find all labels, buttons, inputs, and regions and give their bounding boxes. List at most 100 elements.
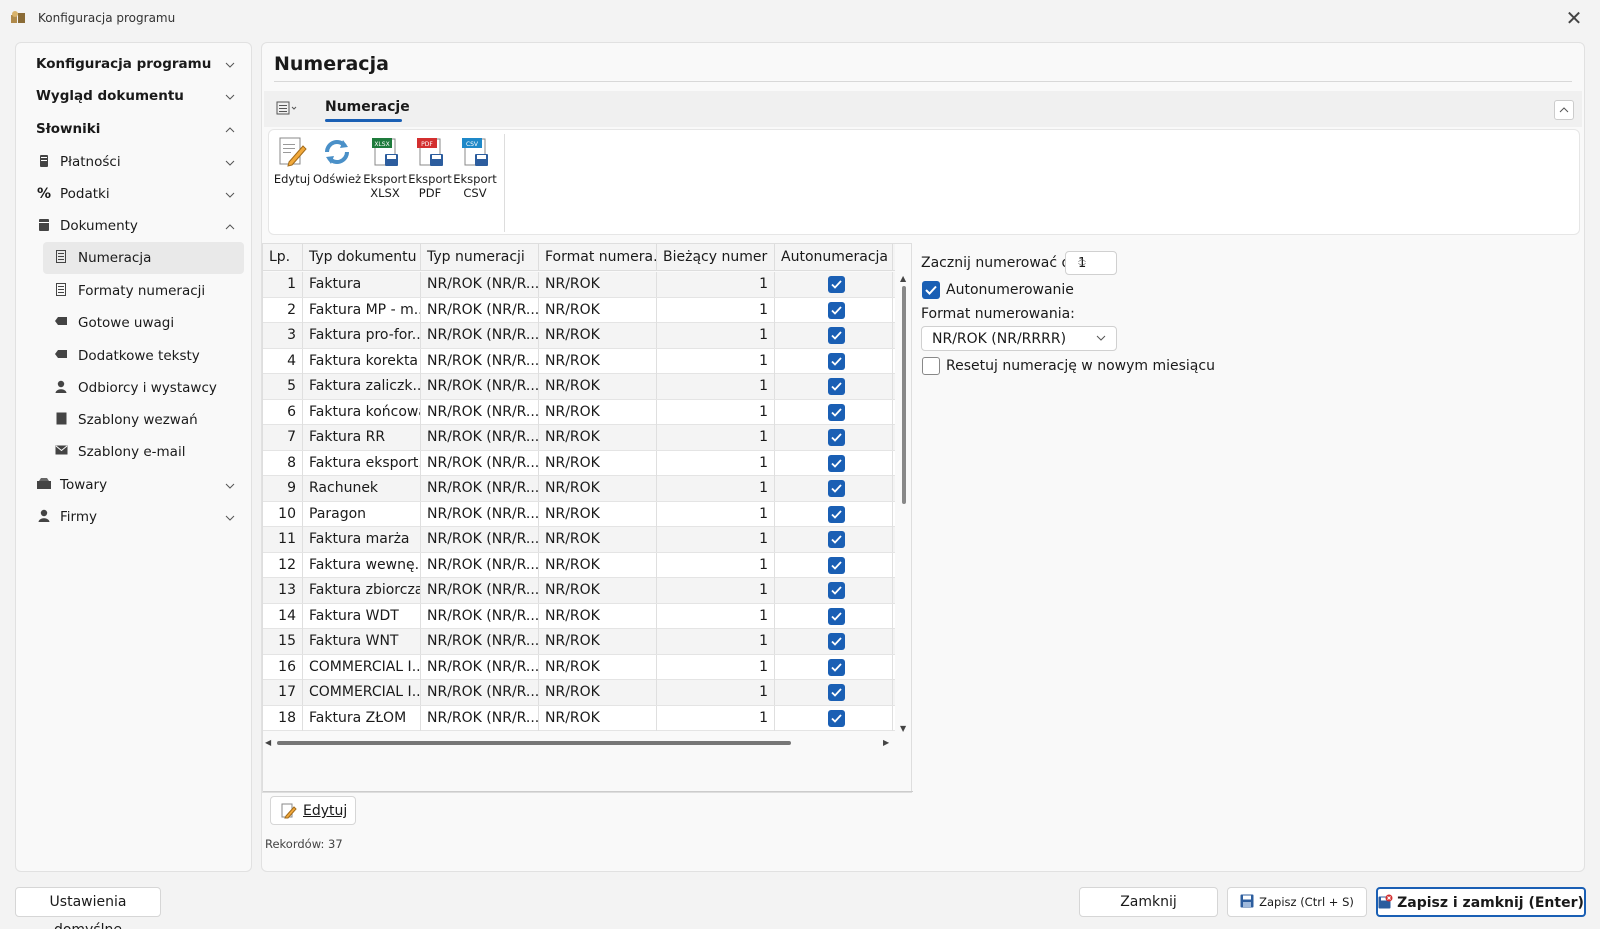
autonumeracja-checkbox[interactable]	[828, 327, 845, 344]
nav-dodatkowe-teksty[interactable]: Dodatkowe teksty	[43, 340, 244, 372]
cell-lp: 13	[263, 578, 303, 603]
ribbon-export-csv-button[interactable]: CSV Eksport CSV	[453, 136, 497, 200]
cell-lp: 7	[263, 425, 303, 450]
autonumeracja-checkbox[interactable]	[828, 658, 845, 676]
ribbon-export-xlsx-button[interactable]: XLSX Eksport XLSX	[363, 136, 407, 200]
save-button[interactable]: Zapisz (Ctrl + S)	[1227, 887, 1367, 917]
column-header-biezacy-numer[interactable]: Bieżący numer	[657, 244, 775, 271]
autonumeracja-checkbox[interactable]	[828, 607, 845, 625]
autonumeracja-checkbox[interactable]	[828, 403, 845, 421]
reset-monthly-checkbox[interactable]	[922, 357, 940, 375]
table-row[interactable]: 3 Faktura pro-for... NR/ROK (NR/R... NR/ROK…	[263, 323, 895, 349]
nav-slowniki[interactable]: Słowniki	[16, 113, 251, 145]
nav-konfiguracja-programu[interactable]: Konfiguracja programu	[16, 48, 251, 80]
chevron-down-icon	[225, 57, 235, 72]
autonumeracja-checkbox[interactable]	[828, 480, 845, 497]
table-row[interactable]: 8 Faktura eksport... NR/ROK (NR/R... NR/ROK…	[263, 450, 895, 476]
table-row[interactable]: 17 COMMERCIAL I... NR/ROK (NR/R... NR/ROK 1	[263, 680, 895, 706]
save-and-close-button[interactable]: Zapisz i zamknij (Enter)	[1376, 887, 1586, 917]
nav-szablony-wezwan[interactable]: Szablony wezwań	[43, 404, 244, 436]
nav-platnosci[interactable]: Płatności	[16, 146, 251, 178]
column-header-format[interactable]: Format numera...	[539, 244, 657, 271]
cell-typ-dokumentu: COMMERCIAL I...	[303, 654, 421, 680]
cell-format: NR/ROK	[539, 552, 657, 578]
autonumeracja-checkbox[interactable]	[828, 454, 845, 472]
table-row[interactable]: 2 Faktura MP - m... NR/ROK (NR/R... NR/ROK 1	[263, 297, 895, 323]
table-row[interactable]: 10 Paragon NR/ROK (NR/R... NR/ROK 1	[263, 501, 895, 527]
cell-typ-numeracji: NR/ROK (NR/R...	[421, 425, 539, 450]
cell-format: NR/ROK	[539, 272, 657, 297]
scroll-left-icon[interactable]: ◀	[265, 738, 271, 747]
ribbon-edit-button[interactable]: Edytuj	[273, 136, 311, 186]
nav-szablony-email[interactable]: Szablony e-mail	[43, 436, 244, 468]
autonumeracja-checkbox[interactable]	[828, 301, 845, 319]
table-row[interactable]: 13 Faktura zbiorcza NR/ROK (NR/R... NR/ROK 1	[263, 578, 895, 604]
scrollbar-thumb[interactable]	[902, 286, 906, 504]
autonumeracja-checkbox[interactable]	[828, 429, 845, 446]
autonumeracja-checkbox[interactable]	[828, 378, 845, 395]
ribbon-export-pdf-button[interactable]: PDF Eksport PDF	[408, 136, 452, 200]
nav-wyglad-dokumentu[interactable]: Wygląd dokumentu	[16, 80, 251, 112]
chevron-down-icon	[225, 510, 235, 525]
ribbon-refresh-button[interactable]: Odśwież	[313, 136, 361, 186]
autonumeracja-checkbox[interactable]	[828, 582, 845, 599]
table-row[interactable]: 7 Faktura RR NR/ROK (NR/R... NR/ROK 1	[263, 425, 895, 451]
table-row[interactable]: 12 Faktura wewnę... NR/ROK (NR/R... NR/ROK 1	[263, 552, 895, 578]
nav-gotowe-uwagi[interactable]: Gotowe uwagi	[43, 307, 244, 339]
table-row[interactable]: 15 Faktura WNT NR/ROK (NR/R... NR/ROK 1	[263, 629, 895, 655]
checkmark-icon	[831, 280, 842, 289]
defaults-button[interactable]: Ustawienia domyślne	[15, 887, 161, 929]
table-row[interactable]: 11 Faktura marża NR/ROK (NR/R... NR/ROK 1	[263, 527, 895, 553]
table-row[interactable]: 1 Faktura NR/ROK (NR/R... NR/ROK 1	[263, 272, 895, 298]
close-button[interactable]: Zamknij	[1079, 887, 1218, 917]
column-header-lp[interactable]: Lp.	[263, 244, 303, 271]
nav-numeracja[interactable]: Numeracja	[43, 242, 244, 274]
nav-dokumenty[interactable]: Dokumenty	[16, 210, 251, 242]
table-row[interactable]: 14 Faktura WDT NR/ROK (NR/R... NR/ROK 1	[263, 603, 895, 629]
scrollbar-thumb[interactable]	[277, 741, 791, 745]
autonumeracja-checkbox[interactable]	[828, 709, 845, 727]
format-select[interactable]: NR/ROK (NR/RRRR)	[921, 326, 1117, 351]
view-list-icon[interactable]	[276, 101, 298, 119]
nav-formaty-numeracji[interactable]: Formaty numeracji	[43, 275, 244, 307]
table-row[interactable]: 9 Rachunek NR/ROK (NR/R... NR/ROK 1	[263, 476, 895, 502]
chevron-down-icon[interactable]: ﹀	[1078, 262, 1112, 273]
mail-icon	[53, 444, 69, 460]
table-row[interactable]: 4 Faktura korekta NR/ROK (NR/R... NR/ROK 1	[263, 348, 895, 374]
nav-firmy[interactable]: Firmy	[16, 501, 251, 533]
autonumeracja-checkbox[interactable]	[828, 276, 845, 293]
cell-biezacy-numer: 1	[657, 323, 775, 348]
vertical-scrollbar[interactable]: ▲ ▼	[897, 272, 911, 736]
collapse-ribbon-button[interactable]	[1554, 100, 1574, 120]
scroll-up-icon[interactable]: ▲	[900, 274, 906, 283]
edit-button[interactable]: Edytuj	[270, 796, 356, 825]
cell-biezacy-numer: 1	[657, 680, 775, 705]
autonumeracja-checkbox[interactable]	[828, 505, 845, 523]
autonumeracja-checkbox[interactable]	[828, 633, 845, 650]
start-number-stepper[interactable]: 1 ︿ ﹀	[1065, 251, 1117, 275]
column-header-autonumeracja[interactable]: Autonumeracja	[775, 244, 893, 271]
close-icon[interactable]: ✕	[1558, 4, 1590, 32]
autonumeracja-checkbox[interactable]	[828, 556, 845, 574]
autonumeracja-checkbox[interactable]	[828, 531, 845, 548]
column-header-typ-numeracji[interactable]: Typ numeracji	[421, 244, 539, 271]
table-row[interactable]: 16 COMMERCIAL I... NR/ROK (NR/R... NR/ROK 1	[263, 654, 895, 680]
cell-lp: 3	[263, 323, 303, 348]
table-row[interactable]: 6 Faktura końcowa NR/ROK (NR/R... NR/ROK 1	[263, 399, 895, 425]
nav-towary[interactable]: Towary	[16, 469, 251, 501]
table-row[interactable]: 18 Faktura ZŁOM NR/ROK (NR/R... NR/ROK 1	[263, 705, 895, 731]
autonumbering-checkbox[interactable]	[922, 281, 940, 299]
nav-podatki[interactable]: % Podatki	[16, 178, 251, 210]
cell-format: NR/ROK	[539, 603, 657, 629]
scroll-right-icon[interactable]: ▶	[883, 738, 889, 747]
scroll-down-icon[interactable]: ▼	[900, 724, 906, 733]
autonumeracja-checkbox[interactable]	[828, 684, 845, 701]
autonumeracja-checkbox[interactable]	[828, 352, 845, 370]
tab-numeracje[interactable]: Numeracje	[325, 99, 410, 115]
horizontal-scrollbar[interactable]: ◀ ▶	[263, 736, 895, 750]
cell-autonumeracja	[775, 501, 893, 527]
cell-biezacy-numer: 1	[657, 629, 775, 654]
nav-odbiorcy-i-wystawcy[interactable]: Odbiorcy i wystawcy	[43, 372, 244, 404]
column-header-typ-dokumentu[interactable]: Typ dokumentu	[303, 244, 421, 271]
table-row[interactable]: 5 Faktura zaliczk... NR/ROK (NR/R... NR/ROK…	[263, 374, 895, 400]
